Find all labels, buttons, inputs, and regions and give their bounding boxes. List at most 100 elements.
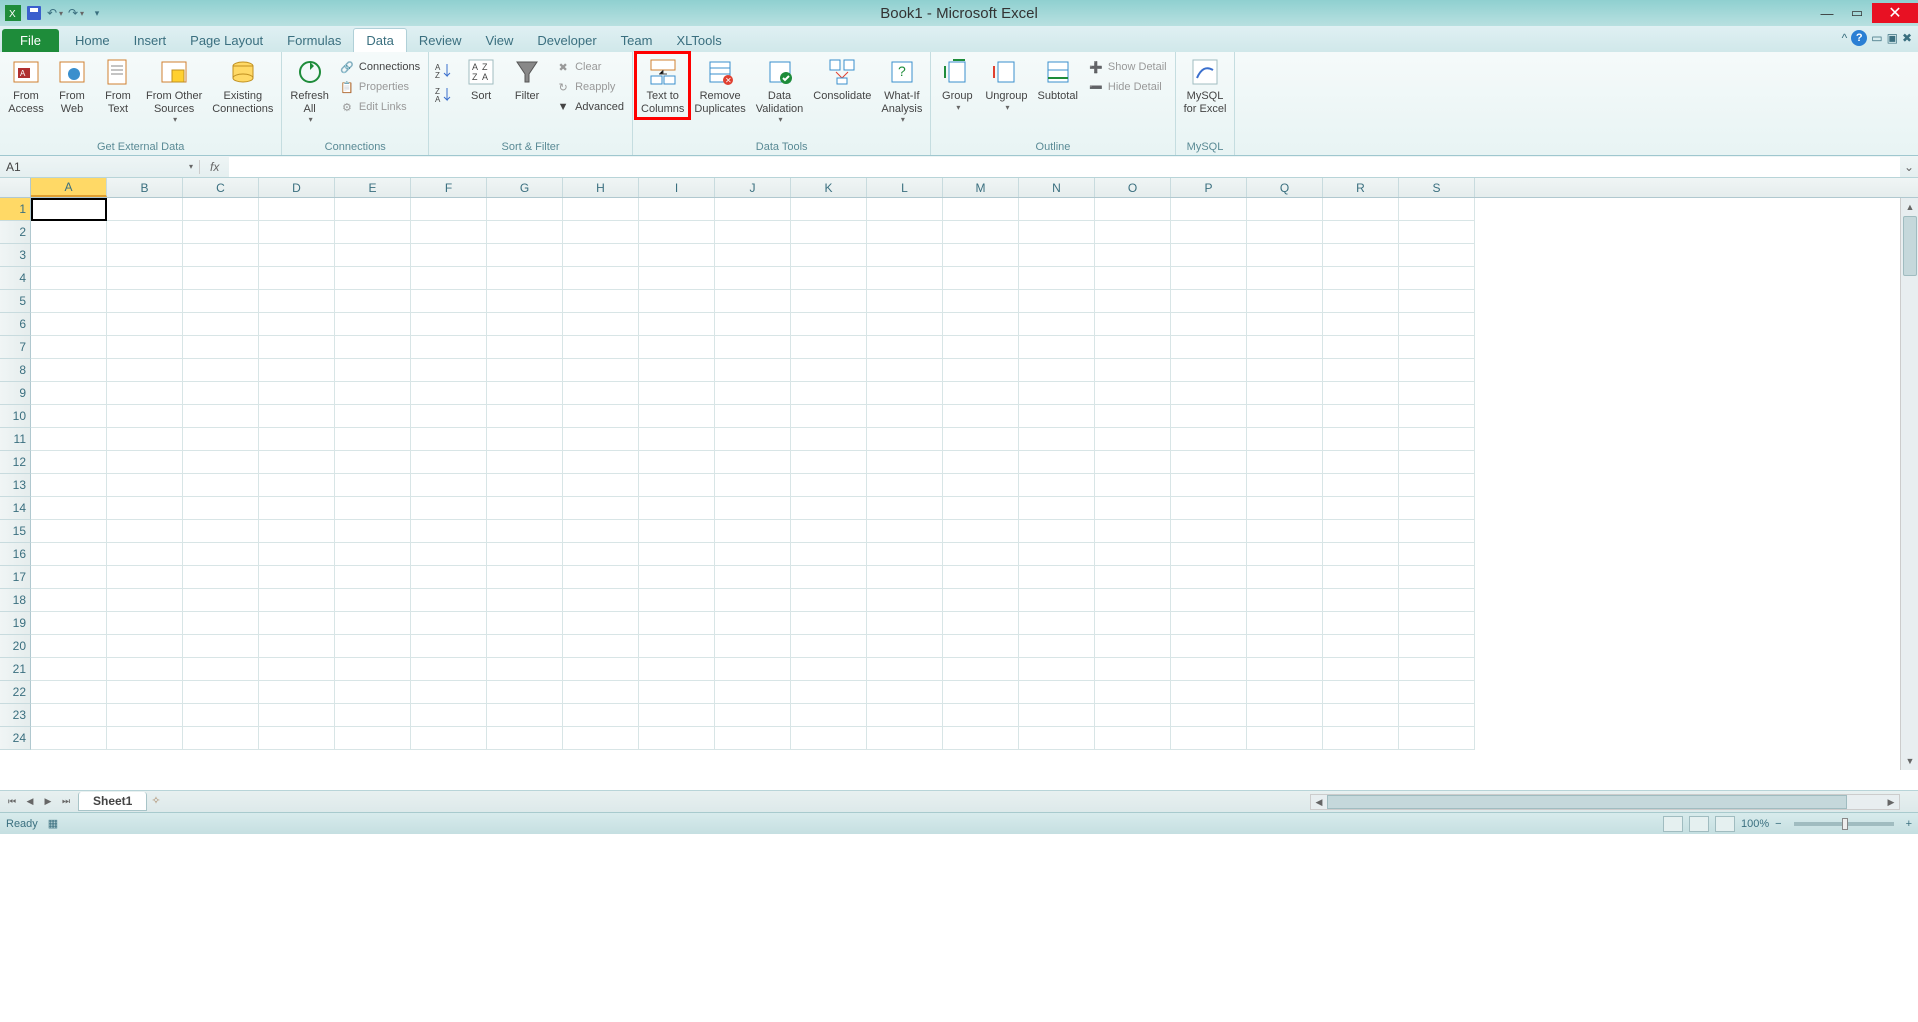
- scroll-right-arrow[interactable]: ▶: [1883, 797, 1899, 808]
- cell[interactable]: [259, 198, 335, 221]
- filter-button[interactable]: Filter: [505, 54, 549, 105]
- ribbon-window-icon[interactable]: ▣: [1887, 31, 1898, 45]
- cell[interactable]: [335, 198, 411, 221]
- cell[interactable]: [791, 290, 867, 313]
- cell[interactable]: [791, 221, 867, 244]
- close-button[interactable]: ✕: [1872, 3, 1918, 23]
- cell[interactable]: [335, 359, 411, 382]
- cell[interactable]: [335, 382, 411, 405]
- cell[interactable]: [715, 566, 791, 589]
- cell[interactable]: [1019, 497, 1095, 520]
- formula-bar[interactable]: [229, 157, 1900, 177]
- cell[interactable]: [639, 612, 715, 635]
- row-header[interactable]: 21: [0, 658, 31, 681]
- cell[interactable]: [1247, 267, 1323, 290]
- tab-data[interactable]: Data: [353, 28, 406, 52]
- cell[interactable]: [943, 727, 1019, 750]
- cell[interactable]: [1399, 221, 1475, 244]
- cell[interactable]: [1399, 681, 1475, 704]
- cell[interactable]: [1399, 405, 1475, 428]
- cell[interactable]: [715, 543, 791, 566]
- ribbon-minimize-icon[interactable]: ▭: [1871, 31, 1882, 45]
- cell[interactable]: [1323, 497, 1399, 520]
- cell[interactable]: [943, 359, 1019, 382]
- cell[interactable]: [107, 428, 183, 451]
- cell[interactable]: [107, 290, 183, 313]
- cell[interactable]: [183, 474, 259, 497]
- cell[interactable]: [1247, 520, 1323, 543]
- column-header[interactable]: N: [1019, 178, 1095, 197]
- cell[interactable]: [107, 727, 183, 750]
- cell[interactable]: [639, 313, 715, 336]
- cell[interactable]: [943, 497, 1019, 520]
- row-header[interactable]: 14: [0, 497, 31, 520]
- cell[interactable]: [1247, 589, 1323, 612]
- cell[interactable]: [1019, 267, 1095, 290]
- cell[interactable]: [411, 267, 487, 290]
- cell[interactable]: [31, 221, 107, 244]
- cell[interactable]: [1399, 543, 1475, 566]
- cell[interactable]: [411, 336, 487, 359]
- cell[interactable]: [563, 658, 639, 681]
- cell[interactable]: [639, 267, 715, 290]
- cell[interactable]: [715, 658, 791, 681]
- cell[interactable]: [1095, 290, 1171, 313]
- remove-duplicates-button[interactable]: ✕Remove Duplicates: [690, 54, 749, 117]
- cell[interactable]: [1247, 405, 1323, 428]
- cell[interactable]: [1323, 382, 1399, 405]
- cell[interactable]: [1095, 543, 1171, 566]
- cell[interactable]: [943, 382, 1019, 405]
- cell[interactable]: [563, 267, 639, 290]
- spreadsheet-grid[interactable]: 123456789101112131415161718192021222324 …: [0, 198, 1918, 790]
- cell[interactable]: [259, 221, 335, 244]
- cell[interactable]: [487, 681, 563, 704]
- row-header[interactable]: 7: [0, 336, 31, 359]
- cell[interactable]: [411, 543, 487, 566]
- save-button[interactable]: [25, 4, 43, 22]
- cell[interactable]: [31, 612, 107, 635]
- tab-page-layout[interactable]: Page Layout: [178, 29, 275, 52]
- cell[interactable]: [411, 612, 487, 635]
- cell[interactable]: [1247, 451, 1323, 474]
- cell[interactable]: [791, 428, 867, 451]
- cell[interactable]: [1095, 566, 1171, 589]
- cell[interactable]: [639, 704, 715, 727]
- cell[interactable]: [563, 704, 639, 727]
- cell[interactable]: [1095, 497, 1171, 520]
- cell[interactable]: [715, 221, 791, 244]
- cell[interactable]: [1095, 612, 1171, 635]
- column-header[interactable]: B: [107, 178, 183, 197]
- cell[interactable]: [183, 267, 259, 290]
- scroll-up-arrow[interactable]: ▲: [1901, 198, 1918, 216]
- sort-asc-button[interactable]: AZ: [433, 60, 457, 82]
- cell[interactable]: [1019, 704, 1095, 727]
- cell[interactable]: [1171, 267, 1247, 290]
- cell[interactable]: [1019, 244, 1095, 267]
- cell[interactable]: [1171, 520, 1247, 543]
- cell[interactable]: [715, 474, 791, 497]
- cell[interactable]: [715, 727, 791, 750]
- cell[interactable]: [1247, 382, 1323, 405]
- horizontal-scrollbar[interactable]: ◀ ▶: [1310, 794, 1900, 810]
- cell[interactable]: [487, 566, 563, 589]
- cell[interactable]: [107, 612, 183, 635]
- redo-button[interactable]: ↷▾: [67, 4, 85, 22]
- cell[interactable]: [1399, 612, 1475, 635]
- cell[interactable]: [107, 635, 183, 658]
- cell[interactable]: [1019, 474, 1095, 497]
- cell[interactable]: [1171, 658, 1247, 681]
- cell[interactable]: [183, 313, 259, 336]
- cell[interactable]: [259, 566, 335, 589]
- page-layout-view-button[interactable]: [1689, 816, 1709, 832]
- sheet-nav-last[interactable]: ⏭: [58, 794, 74, 810]
- cell[interactable]: [1247, 336, 1323, 359]
- cell[interactable]: [335, 543, 411, 566]
- column-header[interactable]: D: [259, 178, 335, 197]
- cell[interactable]: [1171, 497, 1247, 520]
- cell[interactable]: [1095, 658, 1171, 681]
- column-header[interactable]: G: [487, 178, 563, 197]
- cell[interactable]: [487, 221, 563, 244]
- cell[interactable]: [487, 405, 563, 428]
- cell[interactable]: [411, 727, 487, 750]
- cell[interactable]: [867, 313, 943, 336]
